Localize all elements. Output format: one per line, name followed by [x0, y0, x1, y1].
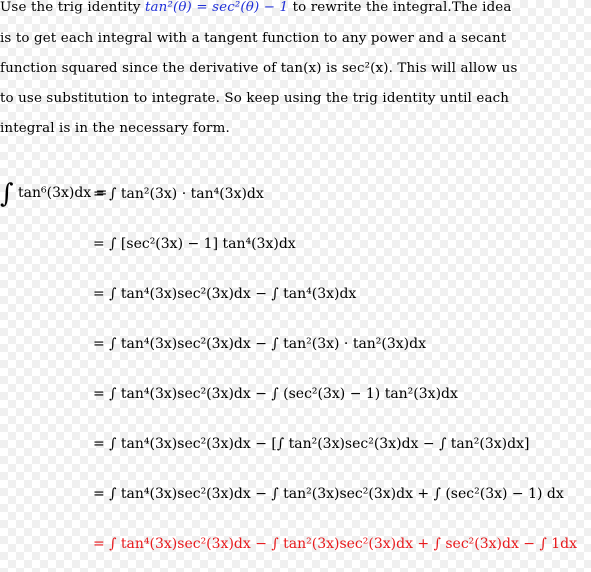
- intro-line-3: function squared since the derivative of…: [0, 61, 518, 76]
- derivation-step-5: = ∫ tan⁴(3x)sec²(3x)dx − ∫ (sec²(3x) − 1…: [93, 386, 458, 402]
- derivation-step-7: = ∫ tan⁴(3x)sec²(3x)dx − ∫ tan²(3x)sec²(…: [93, 486, 564, 502]
- trig-identity: tan²(θ) = sec²(θ) − 1: [145, 0, 289, 15]
- derivation-step-2: = ∫ [sec²(3x) − 1] tan⁴(3x)dx: [93, 236, 296, 252]
- integral-lhs: ∫ tan⁶(3x)dx =: [0, 176, 107, 207]
- integral-sign-icon: ∫: [0, 179, 14, 209]
- intro-line-5: integral is in the necessary form.: [0, 121, 230, 136]
- intro-line-2: is to get each integral with a tangent f…: [0, 31, 507, 46]
- derivation-step-final: = ∫ tan⁴(3x)sec²(3x)dx − ∫ tan²(3x)sec²(…: [93, 536, 577, 552]
- intro-line-1-end: to rewrite the integral.The idea: [288, 0, 512, 15]
- intro-line-1: Use the trig identity tan²(θ) = sec²(θ) …: [0, 0, 512, 15]
- intro-line-1-start: Use the trig identity: [0, 0, 145, 15]
- intro-line-4: to use substitution to integrate. So kee…: [0, 91, 510, 106]
- derivation-step-4: = ∫ tan⁴(3x)sec²(3x)dx − ∫ tan²(3x) · ta…: [93, 336, 426, 352]
- derivation-step-6: = ∫ tan⁴(3x)sec²(3x)dx − [∫ tan²(3x)sec²…: [93, 436, 530, 452]
- derivation-step-1: = ∫ tan²(3x) · tan⁴(3x)dx: [93, 186, 264, 202]
- derivation-step-3: = ∫ tan⁴(3x)sec²(3x)dx − ∫ tan⁴(3x)dx: [93, 286, 357, 302]
